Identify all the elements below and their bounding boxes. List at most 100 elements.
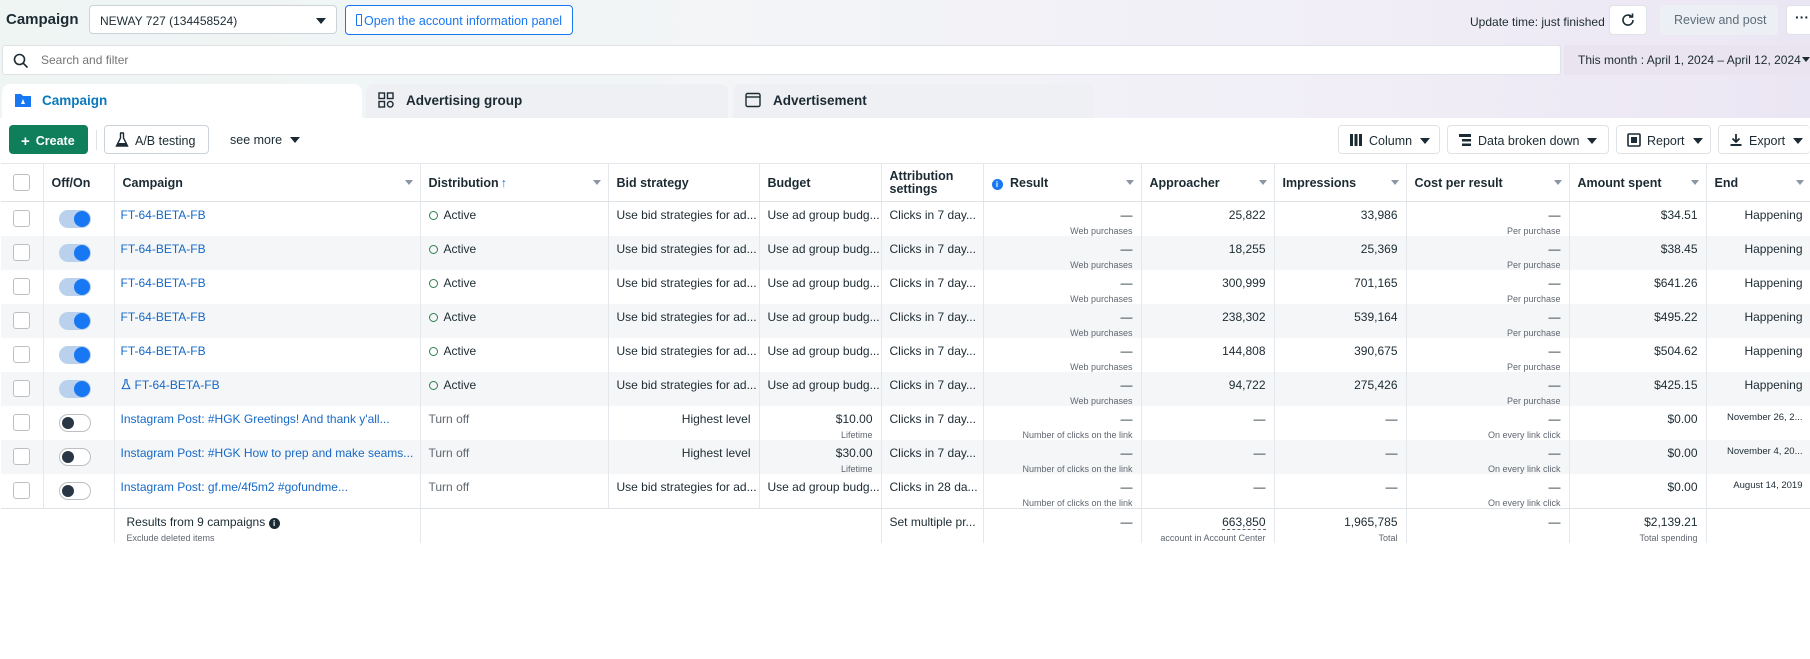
- on-off-toggle[interactable]: [58, 482, 91, 500]
- attribution-cell-value: Clicks in 7 day...: [889, 412, 976, 426]
- row-checkbox[interactable]: [13, 278, 30, 295]
- column-header-attribution[interactable]: Attribution settings: [881, 163, 984, 202]
- column-header-approacher[interactable]: Approacher: [1141, 163, 1275, 202]
- column-header-offon[interactable]: Off/On: [43, 163, 115, 202]
- campaign-name-link[interactable]: FT-64-BETA-FB: [121, 242, 206, 256]
- table-row[interactable]: FT-64-BETA-FB Active Use bid strategies fo…: [1, 201, 1810, 236]
- on-off-toggle[interactable]: [58, 312, 91, 330]
- column-button[interactable]: Column: [1338, 125, 1440, 154]
- amount-spent-cell-value: $0.00: [1667, 446, 1698, 460]
- campaign-name-link[interactable]: Instagram Post: #HGK Greetings! And than…: [121, 412, 390, 426]
- approacher-cell-value: 25,822: [1228, 208, 1266, 222]
- table-row[interactable]: FT-64-BETA-FB Active Use bid strategies fo…: [1, 304, 1810, 338]
- row-checkbox[interactable]: [13, 210, 30, 227]
- on-off-toggle[interactable]: [58, 278, 91, 296]
- campaign-name-link[interactable]: FT-64-BETA-FB: [121, 344, 206, 358]
- cost-per-result-cell-value: —: [1548, 310, 1561, 324]
- row-checkbox[interactable]: [13, 312, 30, 329]
- see-more-dropdown[interactable]: see more: [230, 133, 301, 147]
- row-checkbox[interactable]: [13, 380, 30, 397]
- campaign-name-link[interactable]: FT-64-BETA-FB: [135, 378, 220, 392]
- column-header-cost-per-result[interactable]: Cost per result: [1406, 163, 1570, 202]
- create-button[interactable]: + Create: [9, 125, 88, 154]
- result-cell-value: —: [1120, 310, 1133, 324]
- approacher-cell: 18,255: [1141, 236, 1275, 270]
- table-row[interactable]: FT-64-BETA-FB Active Use bid strategies fo…: [1, 338, 1810, 372]
- breakdown-icon: [1459, 134, 1471, 146]
- column-header-end[interactable]: End: [1706, 163, 1810, 202]
- report-button[interactable]: Report: [1616, 125, 1711, 154]
- toggle-knob: [73, 313, 90, 329]
- result-cell: — Web purchases: [983, 304, 1142, 338]
- open-account-panel-button[interactable]: Open the account information panel: [345, 5, 573, 35]
- result-cell: — Web purchases: [983, 338, 1142, 372]
- on-off-toggle[interactable]: [58, 448, 91, 466]
- distribution-cell: Active: [420, 270, 609, 304]
- account-select[interactable]: NEWAY 727 (134458524): [89, 5, 337, 34]
- on-off-toggle[interactable]: [58, 346, 91, 364]
- row-checkbox[interactable]: [13, 346, 30, 363]
- ab-testing-button[interactable]: A/B testing: [104, 125, 209, 154]
- impressions-cell-value: 701,165: [1354, 276, 1398, 290]
- result-sublabel: Web purchases: [1070, 226, 1133, 236]
- date-range-picker[interactable]: This month : April 1, 2024 – April 12, 2…: [1564, 45, 1810, 75]
- table-row[interactable]: Instagram Post: gf.me/4f5m2 #gofundme...…: [1, 474, 1810, 509]
- column-header-impressions[interactable]: Impressions: [1274, 163, 1407, 202]
- result-sublabel: Number of clicks on the link: [1022, 430, 1133, 440]
- campaign-name-link[interactable]: FT-64-BETA-FB: [121, 310, 206, 324]
- column-label: Column: [1369, 134, 1413, 148]
- column-header-budget[interactable]: Budget: [759, 163, 882, 202]
- review-and-post-button[interactable]: Review and post: [1660, 5, 1778, 35]
- cost-per-result-sublabel: On every link click: [1487, 464, 1561, 474]
- tab-campaign[interactable]: Campaign: [2, 84, 362, 118]
- result-sublabel: Number of clicks on the link: [1022, 498, 1133, 508]
- table-row[interactable]: Instagram Post: #HGK Greetings! And than…: [1, 406, 1810, 440]
- on-off-toggle[interactable]: [58, 414, 91, 432]
- sort-menu-icon: [1125, 180, 1134, 185]
- on-off-toggle[interactable]: [58, 380, 91, 398]
- row-checkbox[interactable]: [13, 448, 30, 465]
- refresh-icon: [1622, 13, 1634, 26]
- table-row[interactable]: FT-64-BETA-FB Active Use bid strategies fo…: [1, 236, 1810, 270]
- campaign-name-cell: FT-64-BETA-FB: [114, 338, 421, 372]
- row-select-cell: [1, 270, 44, 304]
- approacher-cell: 144,808: [1141, 338, 1275, 372]
- tab-advertisement[interactable]: Advertisement: [733, 84, 1094, 118]
- campaigns-table: Off/On Campaign Distribution ↑ Bid strate…: [1, 163, 1810, 543]
- search-input[interactable]: [39, 52, 643, 68]
- export-button[interactable]: Export: [1718, 125, 1810, 154]
- search-bar[interactable]: [2, 45, 1561, 75]
- column-header-distribution[interactable]: Distribution ↑: [420, 163, 609, 202]
- info-icon[interactable]: i: [268, 518, 280, 529]
- cost-per-result-cell-value: —: [1548, 344, 1561, 358]
- select-all-checkbox[interactable]: [13, 173, 30, 191]
- table-row[interactable]: FT-64-BETA-FB Active Use bid strategies fo…: [1, 270, 1810, 304]
- account-select-value: NEWAY 727 (134458524): [100, 14, 238, 28]
- table-row[interactable]: FT-64-BETA-FB Active Use bid strategies fo…: [1, 372, 1810, 406]
- column-header-campaign[interactable]: Campaign: [114, 163, 421, 202]
- column-header-result[interactable]: i Result: [983, 163, 1142, 202]
- data-breakdown-button[interactable]: Data broken down: [1447, 125, 1609, 154]
- row-checkbox[interactable]: [13, 244, 30, 261]
- campaign-name-link[interactable]: Instagram Post: #HGK How to prep and mak…: [121, 446, 414, 460]
- refresh-button[interactable]: [1609, 5, 1647, 35]
- tab-advertising-group[interactable]: Advertising group: [366, 84, 728, 118]
- column-header-amount-spent[interactable]: Amount spent: [1569, 163, 1707, 202]
- row-checkbox[interactable]: [13, 482, 30, 499]
- distribution-status: Active: [443, 276, 477, 290]
- campaign-name-link[interactable]: FT-64-BETA-FB: [121, 276, 206, 290]
- campaign-name-link[interactable]: FT-64-BETA-FB: [121, 208, 206, 222]
- more-options-button[interactable]: ···: [1786, 5, 1810, 35]
- approacher-cell-value: 144,808: [1222, 344, 1266, 358]
- row-checkbox[interactable]: [13, 414, 30, 431]
- column-header-bid-strategy[interactable]: Bid strategy: [608, 163, 760, 202]
- on-off-toggle[interactable]: [58, 244, 91, 262]
- campaign-name-link[interactable]: Instagram Post: gf.me/4f5m2 #gofundme...: [121, 480, 348, 494]
- on-off-toggle[interactable]: [58, 210, 91, 228]
- sort-menu-icon: [1553, 180, 1562, 185]
- result-sublabel: Web purchases: [1070, 260, 1133, 270]
- impressions-cell: —: [1274, 474, 1407, 509]
- table-row[interactable]: Instagram Post: #HGK How to prep and mak…: [1, 440, 1810, 474]
- campaign-name-cell: FT-64-BETA-FB: [114, 270, 421, 304]
- page-title: Campaign: [6, 11, 79, 28]
